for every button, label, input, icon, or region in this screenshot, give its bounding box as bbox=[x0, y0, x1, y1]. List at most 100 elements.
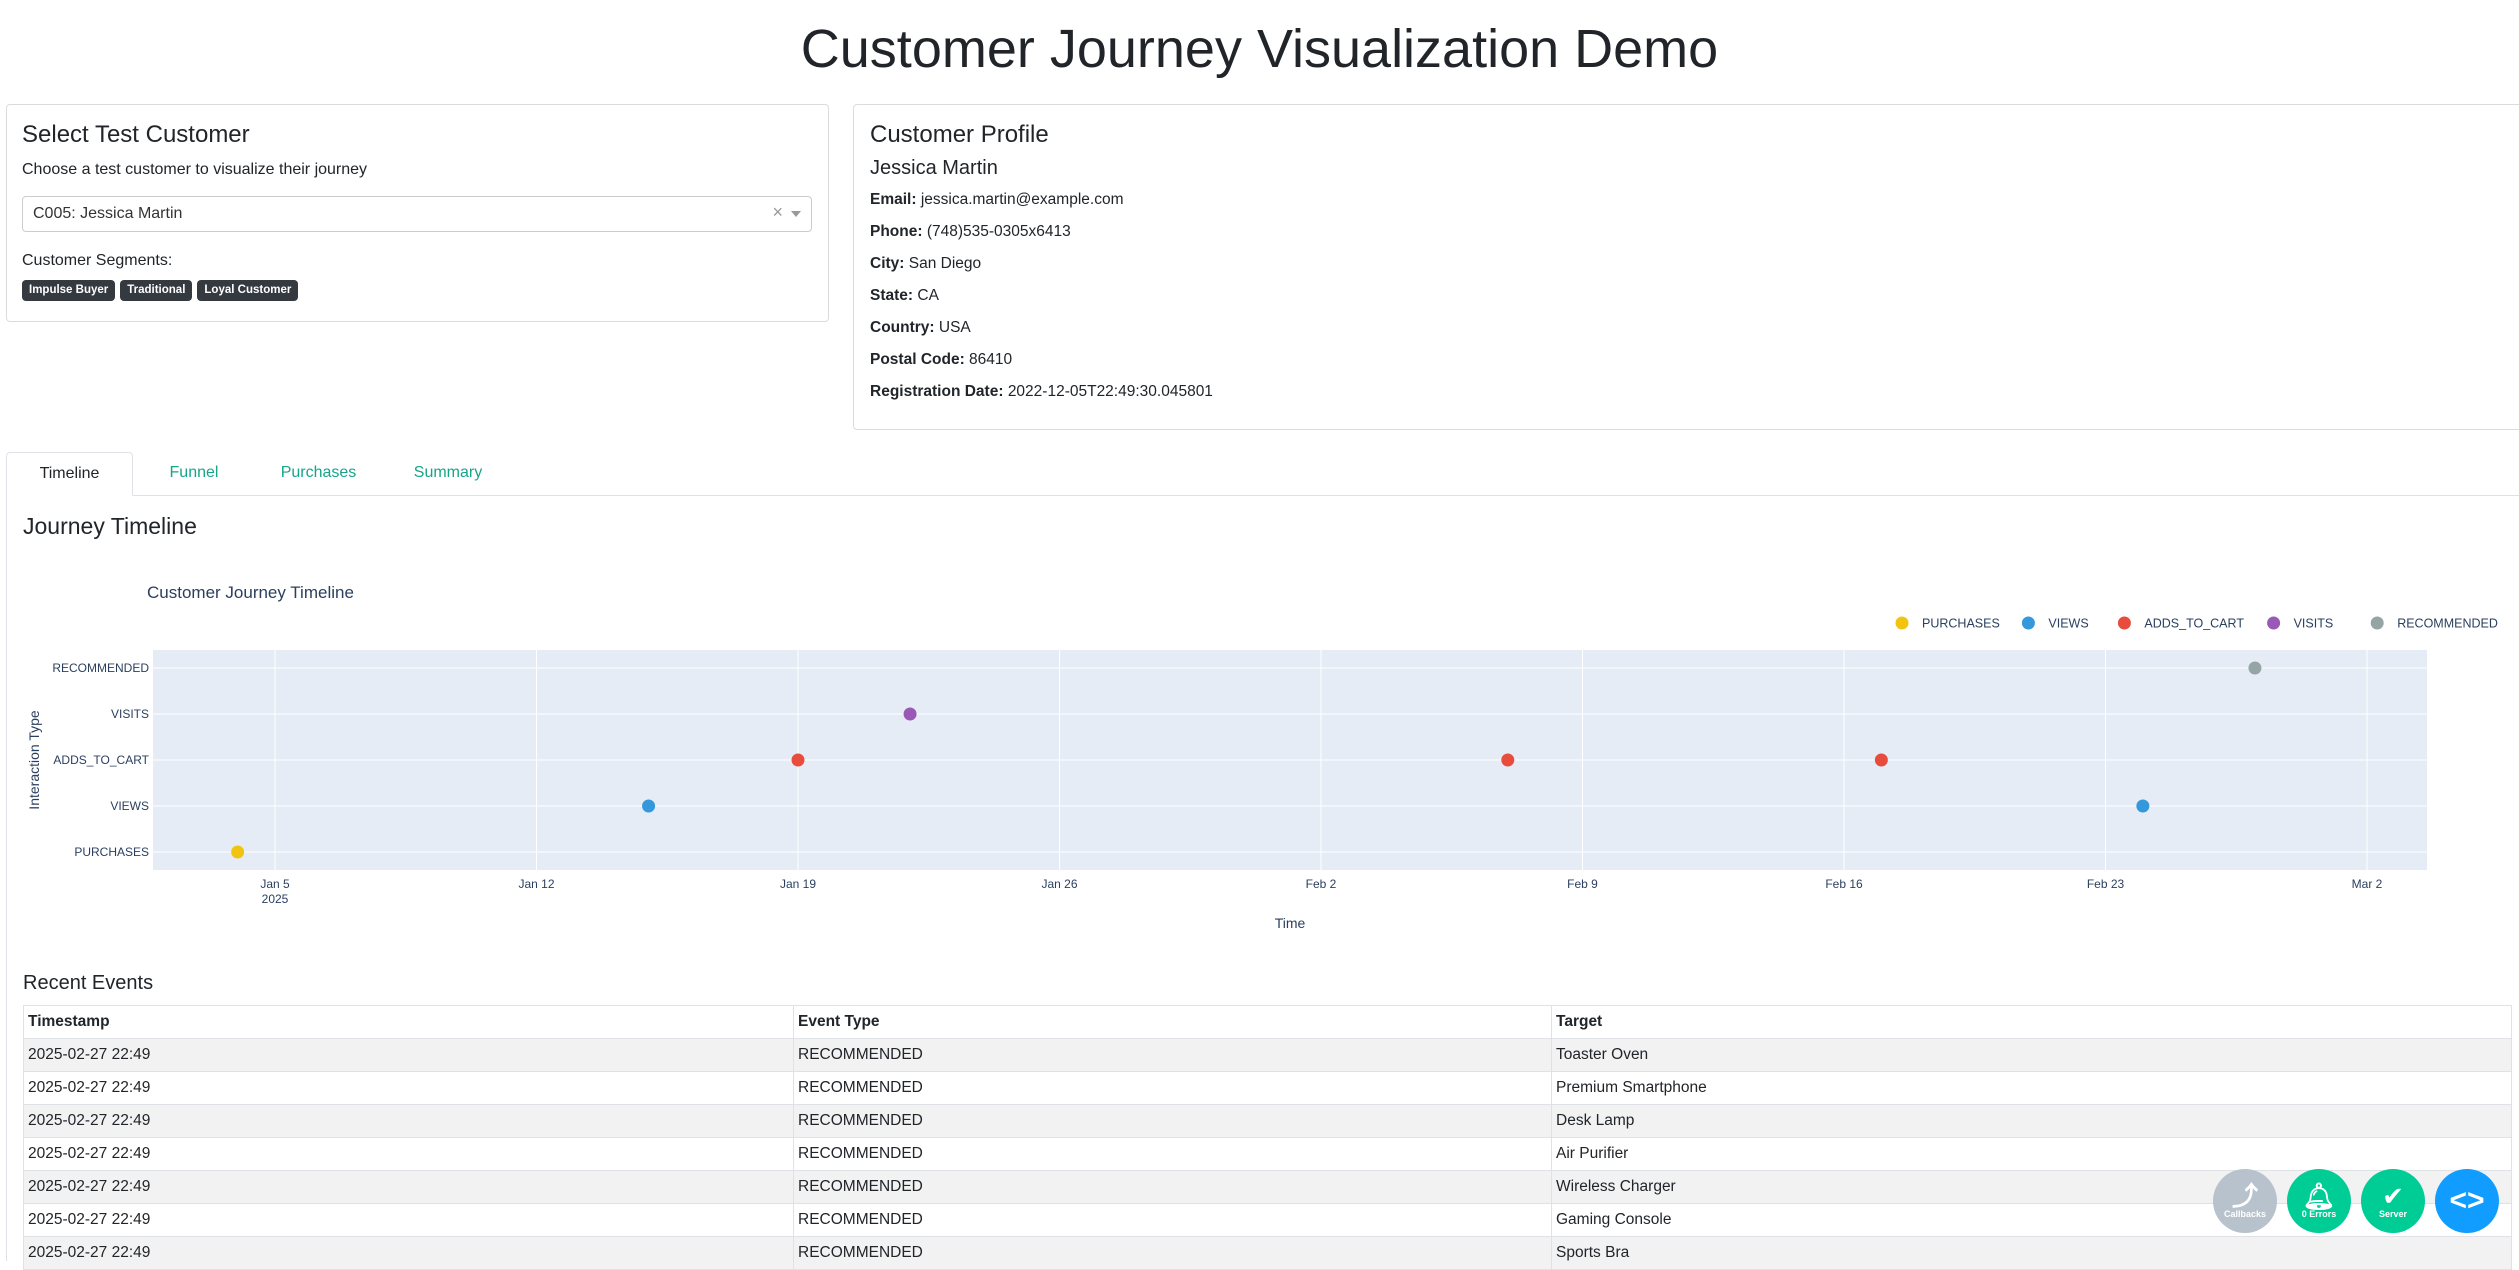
cell-timestamp: 2025-02-27 22:49 bbox=[23, 1137, 794, 1171]
field-value: CA bbox=[917, 287, 939, 304]
profile-country: Country: USA bbox=[870, 319, 971, 337]
field-value: (748)535-0305x6413 bbox=[926, 223, 1071, 240]
profile-city: City: San Diego bbox=[870, 255, 981, 273]
x-tick-label: Feb 23 bbox=[2087, 877, 2125, 891]
data-point-views bbox=[2136, 799, 2150, 813]
x-tick-label: Feb 2 bbox=[1306, 877, 1337, 891]
errors-button[interactable]: 🔔︎ 0 Errors bbox=[2287, 1169, 2351, 1233]
cell-target: Toaster Oven bbox=[1551, 1038, 2512, 1072]
field-label: Registration Date: bbox=[870, 383, 1004, 400]
tab-summary[interactable]: Summary bbox=[393, 452, 503, 495]
server-label: Server bbox=[2378, 1209, 2408, 1219]
legend-marker bbox=[2267, 616, 2281, 630]
journey-timeline-heading: Journey Timeline bbox=[23, 513, 197, 539]
x-tick-label: Feb 16 bbox=[1825, 877, 1863, 891]
field-value: San Diego bbox=[908, 255, 982, 272]
profile-phone: Phone: (748)535-0305x6413 bbox=[870, 223, 1071, 241]
journey-timeline-chart[interactable]: Customer Journey Timeline PURCHASES VIEWS A… bbox=[7, 565, 2507, 965]
legend-label: ADDS_TO_CART bbox=[2144, 617, 2244, 631]
cell-timestamp: 2025-02-27 22:49 bbox=[23, 1170, 794, 1204]
cell-event-type: RECOMMENDED bbox=[793, 1038, 1552, 1072]
table-row: 2025-02-27 22:49 RECOMMENDED Toaster Oven bbox=[23, 1038, 2512, 1072]
x-tick-label: Jan 12 bbox=[518, 877, 554, 891]
select-customer-subtitle: Choose a test customer to visualize thei… bbox=[22, 161, 368, 178]
column-header: Event Type bbox=[793, 1005, 1552, 1039]
y-tick-label: VISITS bbox=[111, 707, 149, 721]
column-header: Target bbox=[1551, 1005, 2512, 1039]
field-label: State: bbox=[870, 287, 914, 304]
profile-state: State: CA bbox=[870, 287, 939, 305]
segment-badges: Impulse Buyer Traditional Loyal Customer bbox=[22, 280, 299, 301]
data-point-views bbox=[642, 799, 656, 813]
devtools-toggle-button[interactable]: <> bbox=[2435, 1169, 2499, 1233]
data-point-adds-to-cart bbox=[1874, 753, 1888, 767]
cell-target: Air Purifier bbox=[1551, 1137, 2512, 1171]
tab-purchases[interactable]: Purchases bbox=[261, 452, 376, 495]
profile-email: Email: jessica.martin@example.com bbox=[870, 191, 1124, 209]
errors-label: 0 Errors bbox=[2301, 1209, 2337, 1219]
field-value: 86410 bbox=[969, 351, 1013, 368]
share-icon: ⤴ bbox=[2231, 1181, 2258, 1211]
field-value: jessica.martin@example.com bbox=[920, 191, 1124, 208]
field-value: 2022-12-05T22:49:30.045801 bbox=[1007, 383, 1213, 400]
cell-target: Desk Lamp bbox=[1551, 1104, 2512, 1138]
legend-marker bbox=[2370, 616, 2384, 630]
field-label: Country: bbox=[870, 319, 935, 336]
customer-profile-card: Customer Profile Jessica Martin Email: j… bbox=[853, 104, 2519, 430]
bell-icon: 🔔︎ bbox=[2302, 1181, 2336, 1211]
data-point-adds-to-cart bbox=[791, 753, 805, 767]
table-row: 2025-02-27 22:49 RECOMMENDED Wireless Char… bbox=[23, 1170, 2512, 1204]
y-tick-label: VIEWS bbox=[110, 799, 149, 813]
cell-timestamp: 2025-02-27 22:49 bbox=[23, 1236, 794, 1270]
x-tick-label: Jan 19 bbox=[780, 877, 816, 891]
table-row: 2025-02-27 22:49 RECOMMENDED Desk Lamp bbox=[23, 1104, 2512, 1138]
cell-event-type: RECOMMENDED bbox=[793, 1170, 1552, 1204]
table-row: 2025-02-27 22:49 RECOMMENDED Premium Smart… bbox=[23, 1071, 2512, 1105]
tab-funnel[interactable]: Funnel bbox=[144, 452, 244, 495]
table-row: 2025-02-27 22:49 RECOMMENDED Gaming Consol… bbox=[23, 1203, 2512, 1237]
legend-label: PURCHASES bbox=[1922, 617, 2000, 631]
field-value: USA bbox=[938, 319, 971, 336]
y-tick-label: PURCHASES bbox=[74, 845, 149, 859]
clear-icon[interactable]: × bbox=[772, 202, 783, 223]
tab-timeline[interactable]: Timeline bbox=[6, 452, 133, 496]
field-label: City: bbox=[870, 255, 905, 272]
table-row: 2025-02-27 22:49 RECOMMENDED Sports Bra bbox=[23, 1236, 2512, 1270]
legend-label: VIEWS bbox=[2048, 617, 2088, 631]
legend-marker bbox=[1895, 616, 1909, 630]
data-point-adds-to-cart bbox=[1501, 753, 1515, 767]
table-row: 2025-02-27 22:49 RECOMMENDED Air Purifier bbox=[23, 1137, 2512, 1171]
legend-marker bbox=[2117, 616, 2131, 630]
data-point-purchases bbox=[231, 845, 245, 859]
cell-timestamp: 2025-02-27 22:49 bbox=[23, 1104, 794, 1138]
callbacks-label: Callbacks bbox=[2223, 1209, 2267, 1219]
callbacks-button[interactable]: ⤴ Callbacks bbox=[2213, 1169, 2277, 1233]
y-axis-label: Interaction Type bbox=[26, 710, 42, 810]
customer-dropdown[interactable]: C005: Jessica Martin × bbox=[22, 196, 812, 232]
cell-timestamp: 2025-02-27 22:49 bbox=[23, 1203, 794, 1237]
segment-badge: Loyal Customer bbox=[197, 280, 299, 301]
x-axis-label: Time bbox=[1275, 915, 1306, 931]
y-tick-label: RECOMMENDED bbox=[52, 661, 149, 675]
check-icon: ✔ bbox=[2382, 1181, 2404, 1211]
data-point-visits bbox=[903, 707, 917, 721]
recent-events-title: Recent Events bbox=[23, 972, 154, 994]
cell-timestamp: 2025-02-27 22:49 bbox=[23, 1071, 794, 1105]
y-tick-label: ADDS_TO_CART bbox=[53, 753, 149, 767]
cell-target: Sports Bra bbox=[1551, 1236, 2512, 1270]
server-status-button[interactable]: ✔ Server bbox=[2361, 1169, 2425, 1233]
tab-bar: Timeline Funnel Purchases Summary bbox=[6, 452, 2519, 496]
cell-event-type: RECOMMENDED bbox=[793, 1203, 1552, 1237]
legend-label: RECOMMENDED bbox=[2397, 617, 2498, 631]
x-tick-label: Jan 5 bbox=[260, 877, 290, 891]
recent-events-table: Timestamp Event Type Target 2025-02-27 2… bbox=[23, 1005, 2512, 1270]
legend-marker bbox=[2021, 616, 2035, 630]
field-label: Postal Code: bbox=[870, 351, 965, 368]
x-tick-label: Mar 2 bbox=[2352, 877, 2383, 891]
customer-dropdown-value: C005: Jessica Martin bbox=[33, 205, 183, 222]
code-icon: <> bbox=[2449, 1184, 2485, 1217]
tab-content: Journey Timeline Customer Journey Timeli… bbox=[6, 495, 2519, 1270]
profile-title: Customer Profile bbox=[870, 121, 1049, 148]
select-customer-card: Select Test Customer Choose a test custo… bbox=[6, 104, 829, 322]
chevron-down-icon[interactable] bbox=[791, 211, 801, 217]
